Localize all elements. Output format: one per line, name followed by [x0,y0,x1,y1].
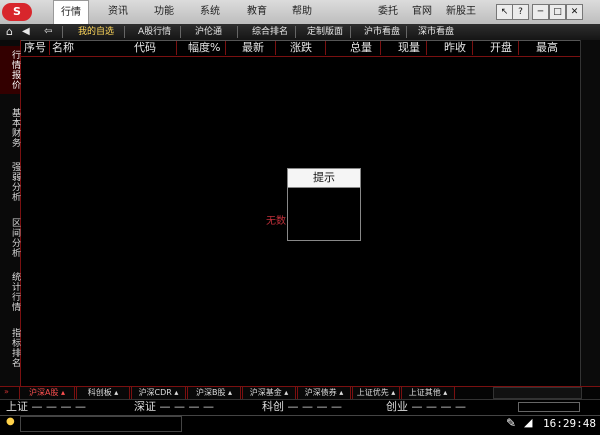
vtab-indicator[interactable]: 指标排名 [0,324,20,372]
btab-bonds[interactable]: 沪深债券 ▴ [297,386,351,399]
toolbar-divider [350,26,351,38]
minimize-button[interactable]: ─ [532,4,549,20]
signal-icon[interactable]: ◢ [524,416,538,430]
tb-ranking[interactable]: 综合排名 [252,24,288,40]
menu-jiaoyu[interactable]: 教育 [247,0,267,24]
btab-star-market[interactable]: 科创板 ▴ [76,386,130,399]
col-prev-close[interactable]: 昨收 [444,41,466,55]
close-button[interactable]: ✕ [566,4,583,20]
col-divider[interactable] [380,41,381,55]
menu-gongneng[interactable]: 功能 [154,0,174,24]
toolbar-divider [406,26,407,38]
pointer-icon[interactable]: ↖ [496,4,513,20]
toolbar-divider [180,26,181,38]
menu-xinguwang[interactable]: 新股王 [446,0,476,24]
col-divider[interactable] [275,41,276,55]
index-values: — — — — [411,400,467,413]
menu-hangqing[interactable]: 行情 [53,0,89,24]
index-label: 上证 [6,400,28,413]
bulb-icon[interactable]: ● [6,416,15,427]
index-values: — — — — [287,400,343,413]
btab-label: 沪深基金 [249,388,282,397]
vtab-statistics[interactable]: 统计行情 [0,268,20,316]
col-divider[interactable] [426,41,427,55]
index-label: 创业 [386,400,408,413]
toolbar-divider [124,26,125,38]
col-code[interactable]: 代码 [134,41,156,55]
menu-xitong[interactable]: 系统 [200,0,220,24]
clock: 16:29:48 [543,417,596,430]
btab-funds[interactable]: 沪深基金 ▴ [242,386,296,399]
vertical-scrollbar[interactable] [580,40,600,386]
mini-indicator[interactable] [518,402,580,412]
btab-sh-other[interactable]: 上证其他 ▴ [401,386,455,399]
vtab-finance[interactable]: 基本财务 [0,104,20,152]
tip-popup-title: 提示 [287,168,361,188]
horizontal-scrollbar[interactable] [493,387,582,399]
command-input[interactable] [20,416,182,432]
col-high[interactable]: 最高 [536,41,558,55]
btab-cdr[interactable]: 沪深CDR ▴ [131,386,186,399]
menu-bangzhu[interactable]: 帮助 [292,0,312,24]
btab-sh-sz-a[interactable]: 沪深A股 ▴ [19,386,75,399]
col-index[interactable]: 序号 [24,41,46,55]
tb-my-watchlist[interactable]: 我的自选 [78,24,114,40]
vtab-strength[interactable]: 强弱分析 [0,158,20,206]
btab-label: 沪深CDR [138,388,172,397]
toolbar-divider [62,26,63,38]
btab-label: 上证其他 [408,388,441,397]
index-label: 深证 [134,400,156,413]
col-divider[interactable] [176,41,177,55]
index-star[interactable]: 科创 — — — — [262,400,342,414]
col-divider[interactable] [225,41,226,55]
col-change[interactable]: 涨跌 [290,41,312,55]
menu-zixun[interactable]: 资讯 [108,0,128,24]
no-data-text: 无数 [266,216,286,227]
maximize-button[interactable]: □ [549,4,566,20]
tb-sh-market[interactable]: 沪市看盘 [364,24,400,40]
btab-label: 沪深B股 [195,388,226,397]
btab-sh-preferred[interactable]: 上证优先 ▴ [352,386,400,399]
col-divider[interactable] [49,41,50,55]
btab-label: 沪深A股 [28,388,59,397]
help-icon[interactable]: ? [512,4,529,20]
col-divider[interactable] [325,41,326,55]
menu-weituo[interactable]: 委托 [378,0,398,24]
btab-b-shares[interactable]: 沪深B股 ▴ [187,386,241,399]
back-icon[interactable]: ◀ [22,24,30,40]
app-logo[interactable]: S [2,3,32,21]
tb-a-shares[interactable]: A股行情 [138,24,171,40]
home-icon[interactable]: ⌂ [6,24,13,40]
index-shanghai[interactable]: 上证 — — — — [6,400,86,414]
col-divider[interactable] [518,41,519,55]
col-latest[interactable]: 最新 [242,41,264,55]
tb-custom-layout[interactable]: 定制版面 [307,24,343,40]
index-values: — — — — [31,400,87,413]
toolbar-divider [237,26,238,38]
forward-icon[interactable]: ⇦ [44,24,52,40]
menu-guanwang[interactable]: 官网 [412,0,432,24]
index-values: — — — — [159,400,215,413]
index-shenzhen[interactable]: 深证 — — — — [134,400,214,414]
btab-label: 上证优先 [356,388,389,397]
index-chinext[interactable]: 创业 — — — — [386,400,466,414]
scroll-left-icon[interactable]: » [4,386,9,398]
col-open[interactable]: 开盘 [490,41,512,55]
btab-label: 科创板 [87,388,112,397]
col-change-pct[interactable]: 幅度% [188,41,220,55]
wrench-icon[interactable]: ✎ [506,416,520,430]
tb-shanghai-london[interactable]: 沪伦通 [195,24,222,40]
col-name[interactable]: 名称 [52,41,74,55]
toolbar-divider [295,26,296,38]
vtab-range[interactable]: 区间分析 [0,214,20,262]
vtab-quotes[interactable]: 行情报价 [0,46,20,94]
tb-sz-market[interactable]: 深市看盘 [418,24,454,40]
index-label: 科创 [262,400,284,413]
col-cur-volume[interactable]: 现量 [398,41,420,55]
col-volume[interactable]: 总量 [350,41,372,55]
btab-label: 沪深债券 [304,388,337,397]
col-divider[interactable] [472,41,473,55]
